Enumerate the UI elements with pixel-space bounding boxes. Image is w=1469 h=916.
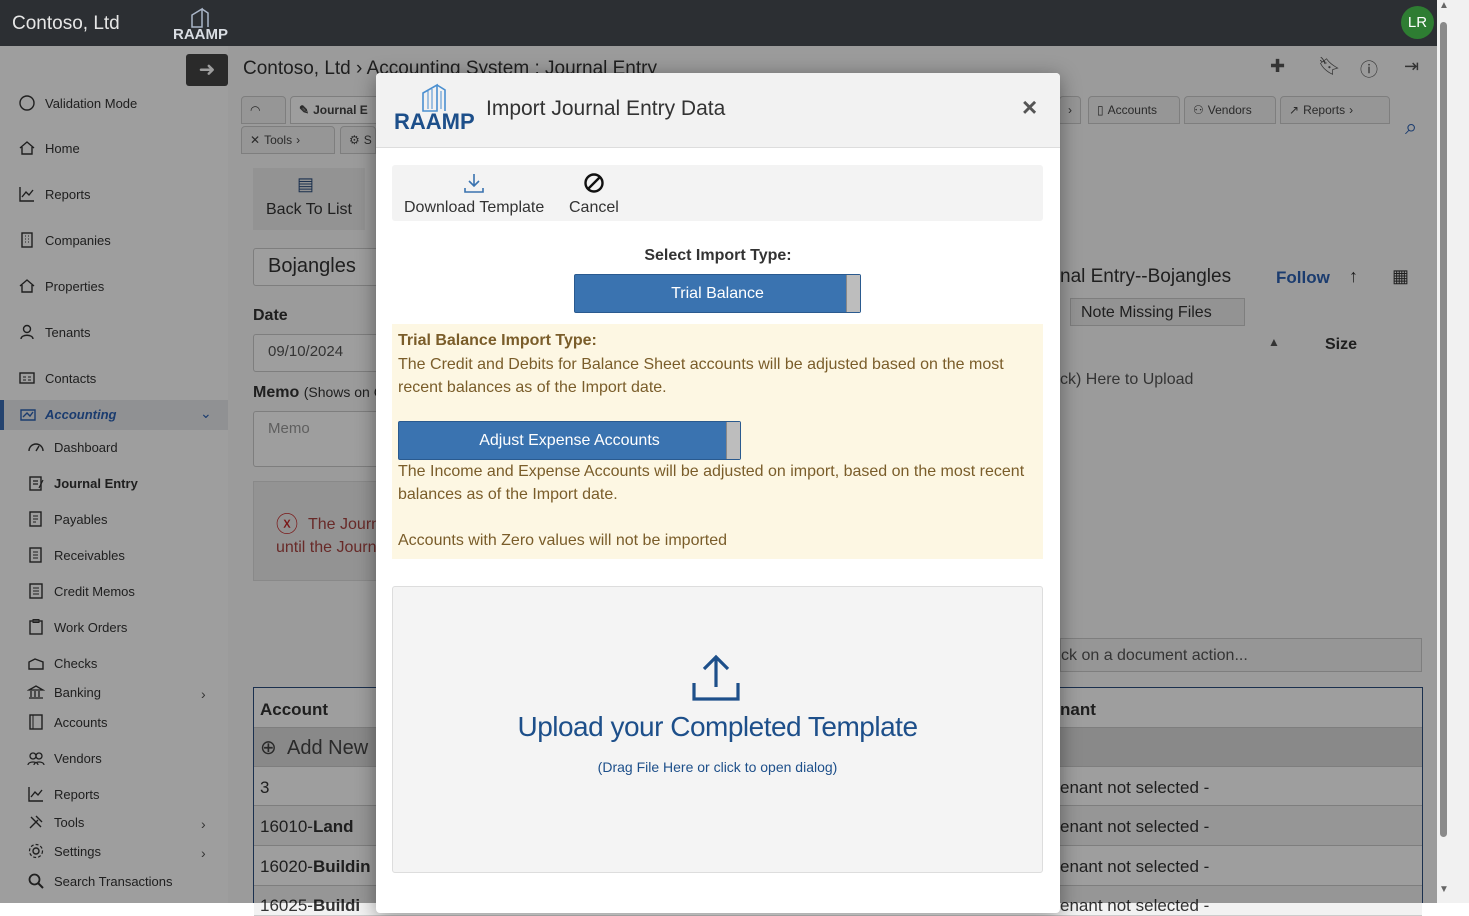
import-type-select[interactable]: Trial Balance (574, 274, 861, 313)
upload-title: Upload your Completed Template (517, 711, 918, 742)
modal-title: Import Journal Entry Data (486, 97, 726, 120)
scrollbar-thumb[interactable] (1440, 22, 1447, 837)
import-type-info: Trial Balance Import Type: The Credit an… (392, 324, 1043, 559)
import-modal: RAAMP Import Journal Entry Data × Downlo… (376, 73, 1060, 913)
download-template-button[interactable]: Download Template (404, 171, 544, 217)
info-text-income-expense: The Income and Expense Accounts will be … (398, 463, 1025, 503)
upload-dropzone[interactable]: Upload your Completed Template (Drag Fil… (392, 586, 1043, 873)
cancel-button[interactable]: Cancel (569, 171, 619, 217)
info-text-balance-sheet: The Credit and Debits for Balance Sheet … (398, 356, 1004, 396)
toggle-handle (846, 275, 860, 312)
cancel-icon (584, 173, 604, 193)
raamp-logo: RAAMP (173, 7, 228, 41)
upload-icon (692, 654, 740, 701)
cancel-label: Cancel (569, 199, 619, 216)
toggle-handle (726, 422, 740, 459)
raamp-modal-logo-text: RAAMP (394, 109, 475, 131)
scroll-up-arrow-icon[interactable]: ▲ (1439, 0, 1449, 11)
top-bar: Contoso, Ltd RAAMP LR (0, 0, 1437, 46)
close-icon[interactable]: × (1022, 92, 1037, 123)
download-icon (464, 174, 484, 193)
raamp-logo-text: RAAMP (173, 26, 228, 41)
info-heading: Trial Balance Import Type: (398, 332, 597, 349)
brand-name: Contoso, Ltd (12, 13, 120, 34)
import-type-value: Trial Balance (671, 285, 764, 302)
adjust-expense-label: Adjust Expense Accounts (479, 432, 660, 449)
modal-toolbar: Download Template Cancel (392, 165, 1043, 221)
select-import-type-label: Select Import Type: (644, 247, 792, 264)
info-text-zero-values: Accounts with Zero values will not be im… (398, 532, 728, 549)
scroll-down-arrow-icon[interactable]: ▼ (1439, 884, 1449, 895)
raamp-modal-logo: RAAMP (394, 83, 475, 131)
adjust-expense-accounts-toggle[interactable]: Adjust Expense Accounts (398, 421, 741, 460)
modal-header: RAAMP Import Journal Entry Data × (376, 73, 1060, 148)
user-avatar[interactable]: LR (1401, 6, 1434, 39)
download-template-label: Download Template (404, 199, 545, 216)
upload-subtitle: (Drag File Here or click to open dialog) (597, 759, 838, 775)
